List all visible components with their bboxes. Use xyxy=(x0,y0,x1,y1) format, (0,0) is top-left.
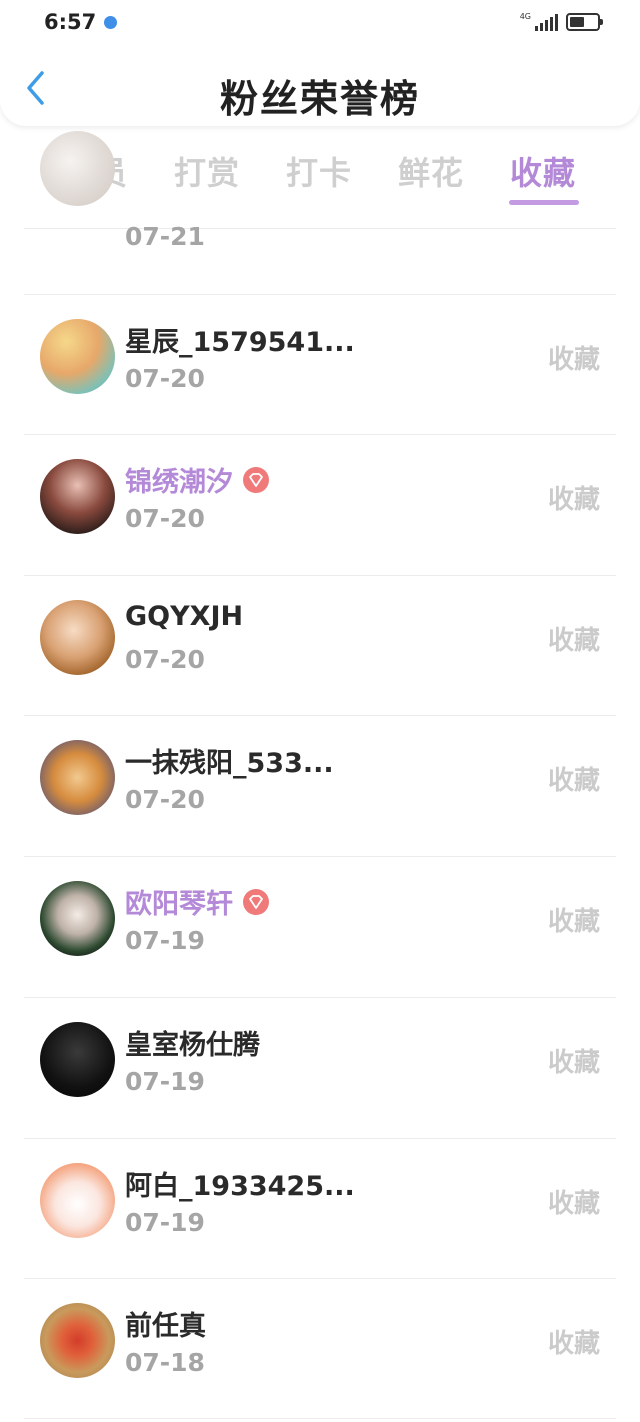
name-line: 皇室杨仕腾 xyxy=(125,1023,260,1062)
diamond-vip-icon xyxy=(243,466,269,493)
avatar xyxy=(40,131,115,206)
user-name: 锦绣潮汐 xyxy=(125,467,233,498)
name-line: GQYXJH xyxy=(125,601,243,632)
list-item[interactable]: 欧阳琴轩 07-19 收藏 xyxy=(0,856,640,996)
network-type: 4G xyxy=(519,12,531,21)
list-item-date: 07-20 xyxy=(125,645,205,674)
name-line: 前任真 xyxy=(125,1304,206,1343)
list-item[interactable]: 锦绣潮汐 07-20 收藏 xyxy=(0,434,640,574)
status-time: 6:57 xyxy=(44,10,97,34)
avatar xyxy=(40,459,115,534)
diamond-vip-icon xyxy=(243,888,269,915)
avatar xyxy=(40,1163,115,1238)
action-label: 收藏 xyxy=(547,485,600,515)
avatar xyxy=(40,600,115,675)
user-name: GQYXJH xyxy=(125,601,244,632)
list-item[interactable]: 前任真 07-18 收藏 xyxy=(0,1278,640,1418)
action-label: 收藏 xyxy=(547,907,600,937)
location-icon xyxy=(104,15,118,29)
status-left: 6:57 xyxy=(44,10,118,34)
list-item-date: 07-19 xyxy=(125,1067,205,1096)
status-bar: 6:57 4G xyxy=(0,0,640,44)
action-label: 收藏 xyxy=(547,1048,600,1078)
action-label: 收藏 xyxy=(547,1189,600,1219)
battery-icon xyxy=(566,13,603,31)
name-line: 锦绣潮汐 xyxy=(125,460,269,499)
divider xyxy=(24,1418,616,1419)
action-label: 收藏 xyxy=(547,626,600,656)
action-label: 收藏 xyxy=(547,345,600,375)
avatar xyxy=(40,740,115,815)
list-item-partial[interactable] xyxy=(0,131,640,226)
name-line: 欧阳琴轩 xyxy=(125,882,269,921)
status-right: 4G xyxy=(520,13,603,31)
list-item[interactable]: GQYXJH 07-20 收藏 xyxy=(0,575,640,715)
page-title: 粉丝荣誉榜 xyxy=(219,77,420,121)
user-name: 皇室杨仕腾 xyxy=(125,1030,260,1061)
name-line: 一抹残阳_533... xyxy=(125,741,334,780)
list-item-date: 07-18 xyxy=(125,1348,205,1377)
signal-icon: 4G xyxy=(520,13,558,31)
list-item-date: 07-19 xyxy=(125,1208,205,1237)
avatar xyxy=(40,319,115,394)
avatar xyxy=(40,881,115,956)
list-item-date: 07-21 xyxy=(125,222,205,251)
divider xyxy=(24,228,616,229)
name-line: 阿白_1933425... xyxy=(125,1164,355,1203)
app-header: 6:57 4G 粉丝荣誉榜 xyxy=(0,0,640,126)
user-name: 星辰_1579541... xyxy=(125,327,355,358)
action-label: 收藏 xyxy=(547,766,600,796)
action-label: 收藏 xyxy=(547,1329,600,1359)
list-item[interactable]: 阿白_1933425... 07-19 收藏 xyxy=(0,1138,640,1278)
avatar xyxy=(40,1303,115,1378)
list-item-date: 07-20 xyxy=(125,364,205,393)
list-item-date: 07-19 xyxy=(125,926,205,955)
user-name: 阿白_1933425... xyxy=(125,1171,355,1202)
list-item-date: 07-20 xyxy=(125,504,205,533)
list-item-date: 07-20 xyxy=(125,785,205,814)
list-item[interactable]: 星辰_1579541... 07-20 收藏 xyxy=(0,294,640,434)
user-name: 前任真 xyxy=(125,1311,206,1342)
user-name: 欧阳琴轩 xyxy=(125,889,233,920)
list-item[interactable]: 皇室杨仕腾 07-19 收藏 xyxy=(0,997,640,1137)
avatar xyxy=(40,1022,115,1097)
list-item[interactable]: 一抹残阳_533... 07-20 收藏 xyxy=(0,715,640,855)
user-name: 一抹残阳_533... xyxy=(125,748,334,779)
name-line: 星辰_1579541... xyxy=(125,320,355,359)
